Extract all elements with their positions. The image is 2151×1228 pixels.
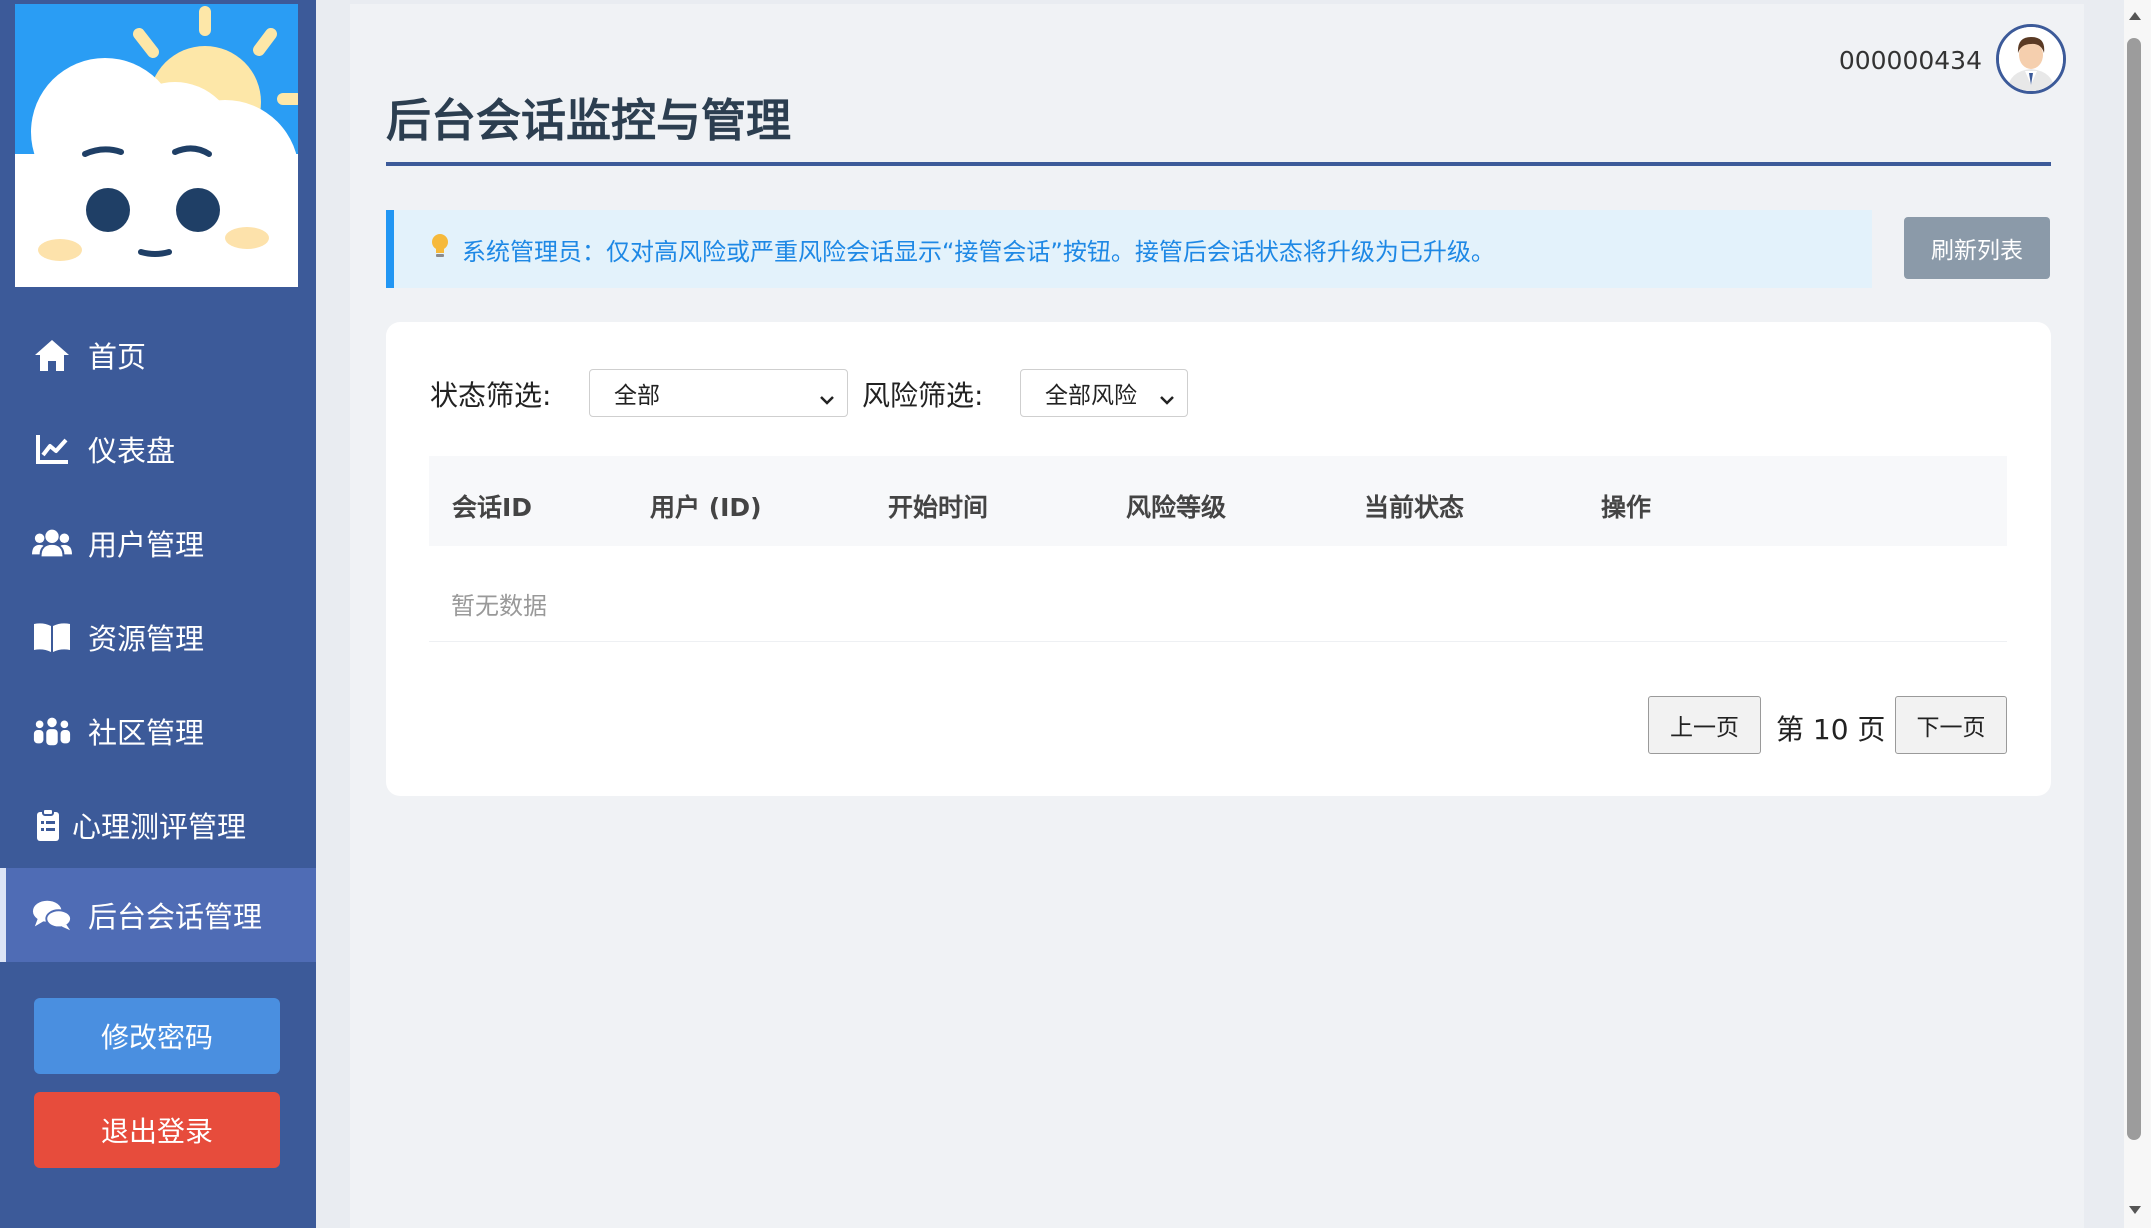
sessions-card: 状态筛选: 全部 风险筛选: 全部风险 会话ID 用户 (ID) 开始时间 风险… xyxy=(386,322,2051,796)
main-content: 000000434 后台会话监控与管理 系统管理员：仅对高风险或严重风险会话显示… xyxy=(350,4,2084,1228)
chevron-down-icon xyxy=(819,386,835,412)
title-divider xyxy=(386,162,2051,166)
sidebar-item-label: 资源管理 xyxy=(88,622,205,656)
clipboard-icon xyxy=(34,805,62,845)
page-title: 后台会话监控与管理 xyxy=(386,94,792,147)
sidebar-item-home[interactable]: 首页 xyxy=(0,308,316,402)
sidebar-item-assessment[interactable]: 心理测评管理 xyxy=(0,778,316,872)
sidebar-item-users[interactable]: 用户管理 xyxy=(0,496,316,590)
column-header-start-time: 开始时间 xyxy=(888,493,989,522)
sidebar-item-label: 用户管理 xyxy=(88,528,205,562)
risk-filter-select[interactable]: 全部风险 xyxy=(1020,369,1188,417)
refresh-list-button[interactable]: 刷新列表 xyxy=(1904,217,2050,279)
logout-button[interactable]: 退出登录 xyxy=(34,1092,280,1168)
sidebar-item-resources[interactable]: 资源管理 xyxy=(0,590,316,684)
risk-filter-value: 全部风险 xyxy=(1045,383,1137,409)
page-indicator: 第 10 页 xyxy=(1776,713,1886,746)
status-filter-select[interactable]: 全部 xyxy=(589,369,848,417)
sidebar-item-sessions[interactable]: 后台会话管理 xyxy=(0,868,316,962)
chart-line-icon xyxy=(32,429,72,469)
people-group-icon xyxy=(32,711,72,751)
lightbulb-icon xyxy=(430,233,450,265)
table-header: 会话ID 用户 (ID) 开始时间 风险等级 当前状态 操作 xyxy=(429,456,2007,546)
column-header-risk-level: 风险等级 xyxy=(1126,493,1227,522)
empty-state-text: 暂无数据 xyxy=(451,592,547,620)
table-empty-row: 暂无数据 xyxy=(429,558,2007,642)
user-id: 000000434 xyxy=(1838,46,1982,75)
sidebar-item-dashboard[interactable]: 仪表盘 xyxy=(0,402,316,496)
column-header-user: 用户 (ID) xyxy=(650,493,762,522)
column-header-session-id: 会话ID xyxy=(452,493,533,522)
status-filter-value: 全部 xyxy=(614,383,660,409)
sidebar: 首页 仪表盘 用户管理 资源管理 社区管理 心理测评管理 后台会话管理 修改密码… xyxy=(0,0,316,1228)
scrollbar-thumb[interactable] xyxy=(2127,38,2141,1140)
sidebar-item-label: 首页 xyxy=(88,340,147,374)
notice-text: 系统管理员：仅对高风险或严重风险会话显示“接管会话”按钮。接管后会话状态将升级为… xyxy=(462,237,1495,266)
column-header-actions: 操作 xyxy=(1601,493,1652,522)
status-filter-label: 状态筛选: xyxy=(430,379,552,412)
comments-icon xyxy=(32,895,72,935)
home-icon xyxy=(32,335,72,375)
sidebar-item-label: 心理测评管理 xyxy=(72,810,247,844)
chevron-down-icon xyxy=(1159,386,1175,412)
user-avatar[interactable] xyxy=(1996,24,2066,94)
column-header-status: 当前状态 xyxy=(1364,493,1465,522)
book-icon xyxy=(32,617,72,657)
change-password-button[interactable]: 修改密码 xyxy=(34,998,280,1074)
sidebar-item-label: 仪表盘 xyxy=(88,434,176,468)
logo-mascot xyxy=(15,4,298,287)
sidebar-item-community[interactable]: 社区管理 xyxy=(0,684,316,778)
sidebar-item-label: 社区管理 xyxy=(88,716,205,750)
scroll-down-icon[interactable] xyxy=(2129,1206,2141,1214)
prev-page-button[interactable]: 上一页 xyxy=(1648,696,1761,754)
sidebar-item-label: 后台会话管理 xyxy=(88,900,263,934)
users-icon xyxy=(32,523,72,563)
admin-notice: 系统管理员：仅对高风险或严重风险会话显示“接管会话”按钮。接管后会话状态将升级为… xyxy=(386,210,1872,288)
risk-filter-label: 风险筛选: xyxy=(862,379,984,412)
scroll-up-icon[interactable] xyxy=(2129,12,2141,20)
next-page-button[interactable]: 下一页 xyxy=(1895,696,2007,754)
